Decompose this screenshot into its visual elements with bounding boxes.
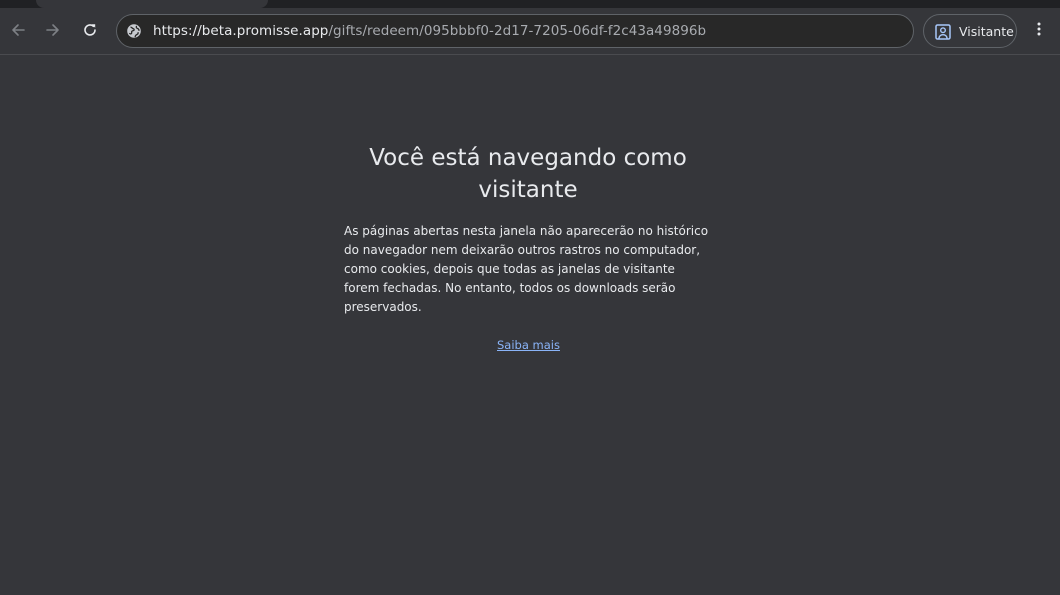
reload-icon <box>82 22 98 38</box>
tab-strip <box>0 0 1060 8</box>
browser-menu-button[interactable] <box>1026 17 1052 45</box>
learn-more-row: Saiba mais <box>0 337 1057 353</box>
url-host: https://beta.promisse.app <box>153 23 329 39</box>
arrow-left-icon <box>10 22 26 38</box>
page-title: Você está navegando como visitante <box>369 145 687 203</box>
address-bar[interactable]: https://beta.promisse.app/gifts/redeem/0… <box>116 14 914 48</box>
vertical-dots-icon <box>1036 21 1042 41</box>
guest-description: As páginas abertas nesta janela não apar… <box>344 224 709 314</box>
guest-mode-page: Você está navegando como visitante As pá… <box>0 56 1060 595</box>
site-info-icon[interactable] <box>125 22 143 40</box>
profile-label: Visitante <box>959 24 1014 39</box>
reload-button[interactable] <box>76 16 104 44</box>
learn-more-link[interactable]: Saiba mais <box>497 338 560 352</box>
profile-button[interactable]: Visitante <box>923 14 1017 48</box>
active-tab-edge[interactable] <box>36 0 268 8</box>
url-text[interactable]: https://beta.promisse.app/gifts/redeem/0… <box>153 22 706 40</box>
url-path: /gifts/redeem/095bbbf0-2d17-7205-06df-f2… <box>328 23 707 39</box>
browser-toolbar: https://beta.promisse.app/gifts/redeem/0… <box>0 8 1060 55</box>
forward-button[interactable] <box>39 16 67 44</box>
guest-profile-icon <box>934 23 952 41</box>
back-button[interactable] <box>4 16 32 44</box>
arrow-right-icon <box>45 22 61 38</box>
